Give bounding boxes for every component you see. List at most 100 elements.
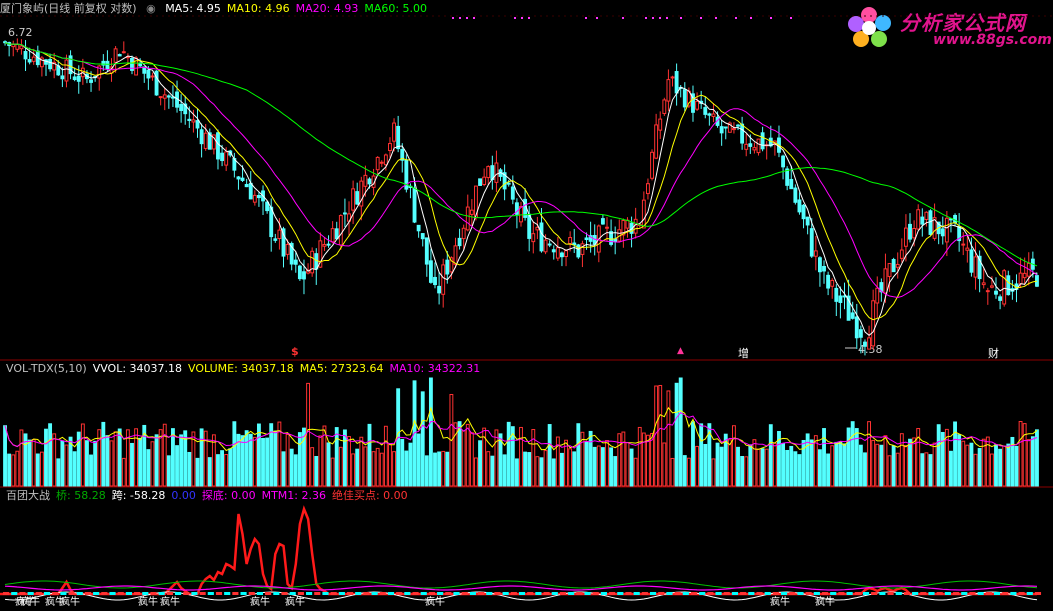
signal-strip <box>789 592 796 595</box>
volume-bar <box>908 438 912 487</box>
volume-bar <box>314 455 319 487</box>
volume-bar <box>175 445 179 487</box>
candle-body <box>461 227 466 240</box>
volume-bar <box>134 428 139 487</box>
candle-body <box>220 152 225 162</box>
candle-body <box>744 143 749 150</box>
signal-strip <box>1018 592 1025 595</box>
volume-bar <box>93 440 98 487</box>
signal-strip <box>330 592 337 595</box>
candle-body <box>162 94 167 99</box>
volume-bar <box>551 458 556 487</box>
candle-body <box>322 243 327 247</box>
candle-body <box>916 209 921 230</box>
signal-strip <box>609 592 616 595</box>
candle-body <box>412 187 417 223</box>
volume-bar <box>826 453 831 487</box>
candle-body <box>781 155 786 168</box>
candle-body <box>551 249 556 253</box>
volume-bar <box>727 439 732 487</box>
candle-body <box>695 100 700 110</box>
signal-strip <box>707 592 714 595</box>
signal-strip <box>125 592 132 595</box>
volume-bar <box>867 421 871 487</box>
volume-bar <box>371 451 376 487</box>
signal-strip <box>756 592 763 595</box>
volume-bar <box>494 429 499 487</box>
signal-strip <box>84 592 92 595</box>
candle-body <box>420 233 425 240</box>
volume-bar <box>740 456 745 487</box>
signal-strip <box>3 592 10 595</box>
candle-body <box>662 99 667 114</box>
volume-bar <box>109 440 114 487</box>
signal-strip <box>371 592 378 595</box>
volume-bar <box>617 433 622 487</box>
volume-bar <box>830 445 835 487</box>
volume-bar <box>748 444 753 487</box>
volume-bar <box>80 423 85 487</box>
volume-bar <box>293 454 298 487</box>
candle-body <box>998 296 1003 301</box>
volume-bar <box>252 436 257 487</box>
signal-strip <box>854 592 861 595</box>
candle-body <box>912 228 917 239</box>
volume-bar <box>162 423 167 487</box>
volume-bar <box>646 434 650 487</box>
candle-body <box>19 45 24 50</box>
candle-body <box>895 263 900 268</box>
candle-body <box>555 247 560 259</box>
candle-body <box>252 194 257 203</box>
candle-body <box>437 285 442 294</box>
candle-body <box>351 188 356 211</box>
candle-body <box>813 250 818 257</box>
signal-strip <box>191 592 198 595</box>
top-signal-dot <box>790 17 792 19</box>
volume-bar <box>232 421 237 487</box>
top-signal-dot <box>645 17 647 19</box>
volume-bar <box>138 437 143 487</box>
candle-body <box>584 237 589 241</box>
signal-strip <box>346 592 354 595</box>
signal-strip <box>535 592 542 595</box>
signal-strip <box>953 592 960 595</box>
stock-chart[interactable]: 疯牛 疯牛 疯牛 疯牛 疯牛 疯牛 疯牛 疯牛 疯牛疯牛 疯牛 <box>0 0 1053 611</box>
top-signal-dot <box>700 17 702 19</box>
volume-bar <box>216 454 220 487</box>
candle-body <box>809 228 814 257</box>
volume-bar <box>428 377 433 487</box>
candle-body <box>199 129 204 145</box>
candle-body <box>830 279 835 287</box>
signal-strip <box>518 592 526 595</box>
candle-body <box>187 118 192 122</box>
volume-bar <box>961 440 966 487</box>
signal-strip <box>68 592 75 595</box>
candle-body <box>670 76 675 79</box>
volume-bar <box>289 448 294 487</box>
volume-bar <box>785 449 790 487</box>
signal-strip <box>674 592 681 595</box>
signal-strip <box>183 592 190 595</box>
signal-tag: 疯牛 <box>20 595 40 608</box>
volume-bar <box>605 440 609 487</box>
signal-tag: 疯牛 <box>815 595 835 608</box>
volume-bar <box>166 455 171 487</box>
signal-strip <box>52 592 59 595</box>
volume-bar <box>334 427 339 487</box>
volume-bar <box>883 435 888 487</box>
volume-bar <box>744 456 749 487</box>
candle-body <box>285 244 290 255</box>
volume-bar <box>760 448 765 487</box>
volume-bar <box>809 439 814 487</box>
top-signal-dot <box>521 17 523 19</box>
volume-bar <box>572 451 577 487</box>
top-signal-dot <box>750 17 752 19</box>
candle-body <box>330 228 335 243</box>
top-signal-dot <box>473 17 475 19</box>
signal-strip <box>699 592 706 595</box>
candle-body <box>756 138 761 154</box>
candle-body <box>105 60 110 70</box>
volume-bar <box>441 450 446 487</box>
signal-strip <box>379 592 386 595</box>
volume-bar <box>654 385 659 487</box>
